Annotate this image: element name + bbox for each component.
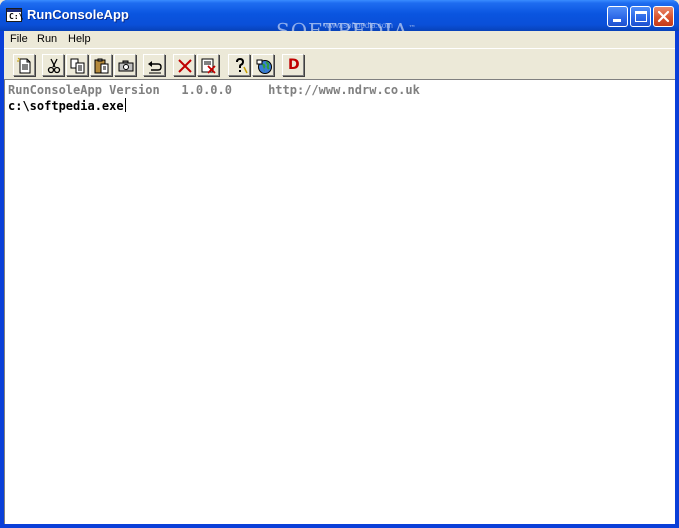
clear-button[interactable] — [197, 54, 219, 76]
toolbar: D — [4, 48, 675, 79]
help-button[interactable] — [228, 54, 250, 76]
console-input-line[interactable]: c:\softpedia.exe — [8, 98, 126, 114]
screenshot-button[interactable] — [114, 54, 136, 76]
copy-button[interactable] — [66, 54, 88, 76]
delete-button[interactable] — [173, 54, 195, 76]
minimize-button[interactable] — [607, 6, 628, 27]
cut-button[interactable] — [42, 54, 64, 76]
menu-bar: File Run Help — [4, 31, 675, 48]
menu-run[interactable]: Run — [37, 33, 57, 46]
title-bar[interactable]: C:\ RunConsoleApp SOFTPEDIA™ www.softped… — [0, 0, 679, 41]
app-icon-text: C:\ — [9, 12, 24, 21]
paste-button[interactable] — [90, 54, 112, 76]
app-console-icon[interactable]: C:\ — [6, 8, 24, 22]
delete-icon — [178, 59, 192, 73]
web-globe-icon — [256, 59, 272, 74]
new-document-button[interactable] — [13, 54, 35, 76]
watermark-url: www.softpedia.com — [324, 21, 393, 30]
maximize-icon — [635, 11, 647, 22]
application-window: C:\ RunConsoleApp SOFTPEDIA™ www.softped… — [0, 0, 679, 528]
undo-button[interactable] — [143, 54, 165, 76]
d-button[interactable]: D — [282, 54, 304, 76]
maximize-button[interactable] — [630, 6, 651, 27]
cut-icon — [47, 58, 61, 74]
close-icon — [657, 10, 670, 23]
minimize-icon — [613, 19, 621, 22]
menu-help[interactable]: Help — [68, 33, 91, 46]
close-button[interactable] — [653, 6, 674, 27]
camera-icon — [118, 60, 134, 72]
console-version-line: RunConsoleApp Version 1.0.0.0 http://www… — [8, 83, 420, 97]
console-command-text: c:\softpedia.exe — [8, 99, 124, 113]
console-output-area[interactable]: RunConsoleApp Version 1.0.0.0 http://www… — [4, 79, 675, 524]
copy-icon — [70, 58, 85, 74]
clear-icon — [201, 58, 216, 74]
text-caret — [124, 98, 126, 112]
web-button[interactable] — [252, 54, 274, 76]
d-letter-icon: D — [288, 57, 300, 73]
menu-file[interactable]: File — [10, 33, 28, 46]
help-icon — [236, 57, 248, 74]
new-document-icon — [17, 57, 31, 74]
undo-icon — [148, 61, 162, 74]
paste-icon — [94, 58, 109, 74]
window-title: RunConsoleApp — [27, 7, 129, 22]
